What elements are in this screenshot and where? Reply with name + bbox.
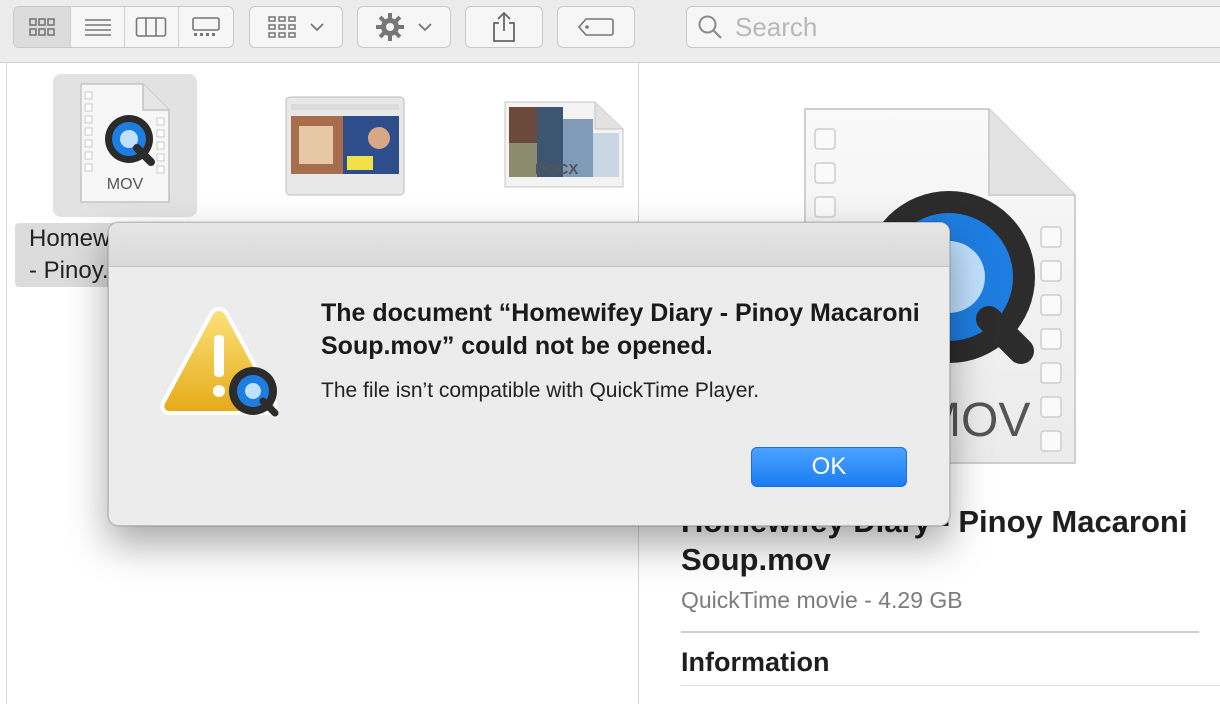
column-view-button[interactable]: [125, 7, 179, 47]
share-icon: [493, 11, 515, 42]
edit-tags-button[interactable]: [557, 6, 635, 48]
file-name-label: Homew - Pinoy.: [15, 223, 119, 287]
preview-section-heading: Information: [681, 647, 830, 677]
file-item-slide[interactable]: [285, 96, 405, 196]
preview-divider: [681, 631, 1199, 633]
chevron-down-icon: [310, 23, 324, 32]
preview-divider-2: [681, 685, 1220, 686]
alert-dialog: The document “Homewifey Diary - Pinoy Ma…: [108, 222, 950, 526]
gallery-view-icon: [191, 17, 220, 36]
view-mode-control: [13, 6, 234, 48]
icon-view-button[interactable]: [14, 7, 72, 47]
file-name-line2: - Pinoy.: [29, 257, 109, 284]
chevron-down-icon: [418, 23, 432, 32]
dialog-titlebar[interactable]: [109, 223, 949, 267]
action-menu-button[interactable]: [357, 6, 451, 48]
column-view-icon: [135, 17, 167, 37]
icon-view-icon: [29, 18, 56, 36]
search-field[interactable]: [686, 6, 1220, 48]
dialog-heading: The document “Homewifey Diary - Pinoy Ma…: [321, 299, 920, 360]
list-view-icon: [84, 19, 111, 36]
file-name-line1: Homew: [29, 225, 111, 252]
slide-thumbnail-image: [285, 96, 405, 196]
gallery-view-button[interactable]: [179, 7, 233, 47]
gear-icon: [376, 13, 404, 41]
dialog-message: The file isn’t compatible with QuickTime…: [321, 379, 760, 402]
finder-toolbar: [0, 0, 1220, 63]
share-button[interactable]: [465, 6, 543, 48]
list-view-button[interactable]: [71, 7, 125, 47]
file-type-badge: DOCX: [535, 161, 579, 178]
tag-icon: [577, 18, 614, 36]
group-by-button[interactable]: [249, 6, 343, 48]
preview-file-kind-size: QuickTime movie - 4.29 GB: [681, 587, 963, 613]
group-by-icon: [268, 16, 296, 38]
warning-quicktime-icon: [160, 306, 279, 417]
ok-button[interactable]: OK: [751, 447, 907, 487]
search-icon: [698, 15, 722, 39]
file-item-docx[interactable]: DOCX: [503, 99, 625, 191]
search-input[interactable]: [733, 10, 1177, 44]
file-type-badge: MOV: [106, 176, 144, 193]
